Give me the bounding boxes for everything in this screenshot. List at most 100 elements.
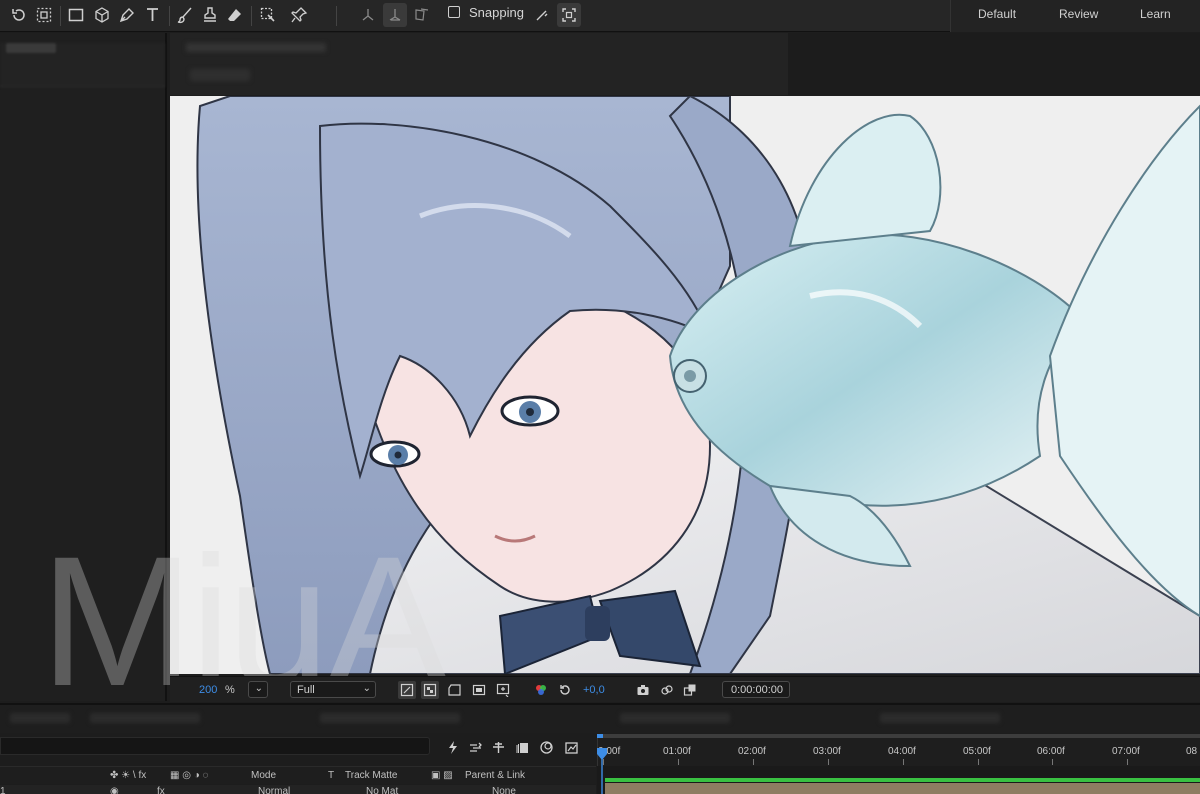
ruler-tick-label: 03:00f xyxy=(813,746,841,757)
draft-3d-icon[interactable] xyxy=(442,738,462,756)
ruler-tick-label: 06:00f xyxy=(1037,746,1065,757)
layer-track-matte-dropdown[interactable]: No Mat xyxy=(366,786,398,794)
project-panel xyxy=(0,33,167,701)
ruler-tick-label: 02:00f xyxy=(738,746,766,757)
workspace-learn-tab[interactable]: Learn xyxy=(1140,7,1171,21)
timeline-tab-bar xyxy=(0,703,1200,733)
layer-row[interactable]: 1 ◉ fx Normal No Mat None xyxy=(0,785,596,794)
ruler-tick xyxy=(1127,759,1128,765)
snapshot-camera-icon[interactable] xyxy=(634,681,652,699)
toolbar-separator xyxy=(251,6,252,26)
show-snapshot-icon[interactable] xyxy=(658,681,676,699)
current-time-indicator[interactable] xyxy=(597,748,607,794)
workspace-switcher: Default Review Learn xyxy=(950,0,1200,32)
parent-link-column-header[interactable]: Parent & Link xyxy=(465,770,525,781)
frame-blending-icon[interactable] xyxy=(488,738,508,756)
timeline-tab-blurred[interactable] xyxy=(90,713,200,723)
toggle-view-icon[interactable] xyxy=(681,681,699,699)
project-panel-header xyxy=(0,43,165,87)
layer-mode-dropdown[interactable]: Normal xyxy=(258,786,290,794)
layer-fx-switch[interactable]: fx xyxy=(157,786,165,794)
toolbar-separator xyxy=(60,6,61,26)
rectangle-tool-icon[interactable] xyxy=(64,3,88,27)
toolbar-separator xyxy=(336,6,337,26)
workspace-default-tab[interactable]: Default xyxy=(978,7,1016,21)
trkmat-t-column-header: T xyxy=(328,770,335,781)
top-toolbar: Snapping Default Review Learn xyxy=(0,0,1200,32)
snapping-label: Snapping xyxy=(469,5,524,20)
zoom-unit: % xyxy=(225,684,235,696)
toolbar-separator xyxy=(169,6,170,26)
track-matte-column-header[interactable]: Track Matte xyxy=(345,770,397,781)
fast-previews-icon[interactable] xyxy=(398,681,416,699)
composition-viewer-header xyxy=(170,33,788,95)
layer-column-header: ✤ ☀ \ fx ▦ ◎ ◑ ◌ Mode T Track Matte ▣ ▨ … xyxy=(0,766,596,784)
region-tool-icon[interactable] xyxy=(32,3,56,27)
snap-feather-icon[interactable] xyxy=(530,3,554,27)
pen-tool-icon[interactable] xyxy=(115,3,139,27)
timeline-tab-blurred[interactable] xyxy=(320,713,460,723)
world-axis-icon[interactable] xyxy=(383,3,407,27)
current-time-display[interactable]: 0:00:00:00 xyxy=(722,681,790,698)
mode-column-header[interactable]: Mode xyxy=(251,770,276,781)
layer-search-input[interactable] xyxy=(0,737,430,755)
transparency-grid-icon[interactable] xyxy=(421,681,439,699)
composition-tab-blurred[interactable] xyxy=(186,43,326,52)
snapping-checkbox[interactable] xyxy=(448,6,460,18)
chevron-down-icon: ⌄ xyxy=(362,683,371,694)
puppet-pin-tool-icon[interactable] xyxy=(287,3,311,27)
time-ruler[interactable]: 0:00f 01:00f 02:00f 03:00f 04:00f 05:00f… xyxy=(597,734,1200,766)
ruler-tick-label: 04:00f xyxy=(888,746,916,757)
composition-viewer[interactable] xyxy=(170,96,1200,674)
timeline-tab-blurred[interactable] xyxy=(10,713,70,723)
ruler-tick-label: 08 xyxy=(1186,746,1198,757)
layer-visibility-icon[interactable]: ◉ xyxy=(110,786,119,794)
zoom-dropdown[interactable]: ⌄ xyxy=(248,681,268,698)
work-area-bar[interactable] xyxy=(597,734,1200,738)
mask-visibility-icon[interactable] xyxy=(446,681,464,699)
motion-blur-icon[interactable] xyxy=(512,738,532,756)
layer-index: 1 xyxy=(0,786,6,794)
ruler-tick xyxy=(828,759,829,765)
ruler-tick xyxy=(678,759,679,765)
view-axis-icon[interactable] xyxy=(410,3,434,27)
workspace-review-tab[interactable]: Review xyxy=(1059,7,1098,21)
3d-cube-tool-icon[interactable] xyxy=(90,3,114,27)
timeline-tab-blurred[interactable] xyxy=(880,713,1000,723)
ruler-tick xyxy=(978,759,979,765)
layer-duration-bar[interactable] xyxy=(605,783,1200,794)
grid-guides-icon[interactable] xyxy=(494,681,512,699)
composition-artwork xyxy=(170,96,1200,674)
render-progress-bar xyxy=(605,778,1200,782)
ruler-tick-label: 05:00f xyxy=(963,746,991,757)
local-axis-icon[interactable] xyxy=(356,3,380,27)
roto-brush-tool-icon[interactable] xyxy=(256,3,280,27)
viewer-footer-bar: 200 % ⌄ Full ⌄ +0,0 0:00:00:00 xyxy=(170,676,1200,702)
rotate-tool-icon[interactable] xyxy=(7,3,31,27)
timeline-tab-blurred[interactable] xyxy=(620,713,730,723)
layer-switch-icons: ▦ ◎ ◑ ◌ xyxy=(170,770,209,781)
exposure-value[interactable]: +0,0 xyxy=(583,684,605,696)
graph-editor-icon[interactable] xyxy=(536,738,556,756)
type-tool-icon[interactable] xyxy=(141,3,165,27)
work-area-start[interactable] xyxy=(597,734,603,738)
layer-parent-dropdown[interactable]: None xyxy=(492,786,516,794)
switches-column-header: ✤ ☀ \ fx xyxy=(110,770,147,781)
comp-flowchart-icon[interactable] xyxy=(561,738,581,756)
rgb-channel-icon[interactable] xyxy=(532,681,550,699)
composition-breadcrumb-blurred xyxy=(190,69,250,81)
resolution-dropdown[interactable]: Full ⌄ xyxy=(290,681,376,698)
shy-layers-icon[interactable] xyxy=(465,738,485,756)
clone-stamp-tool-icon[interactable] xyxy=(198,3,222,27)
ruler-tick-label: 07:00f xyxy=(1112,746,1140,757)
ruler-tick xyxy=(753,759,754,765)
ruler-tick xyxy=(903,759,904,765)
ruler-tick xyxy=(1052,759,1053,765)
viewer-header-right xyxy=(788,33,1200,95)
eraser-tool-icon[interactable] xyxy=(223,3,247,27)
reset-exposure-icon[interactable] xyxy=(556,681,574,699)
brush-tool-icon[interactable] xyxy=(173,3,197,27)
snap-region-icon[interactable] xyxy=(557,3,581,27)
region-of-interest-icon[interactable] xyxy=(470,681,488,699)
zoom-value[interactable]: 200 xyxy=(199,684,217,696)
